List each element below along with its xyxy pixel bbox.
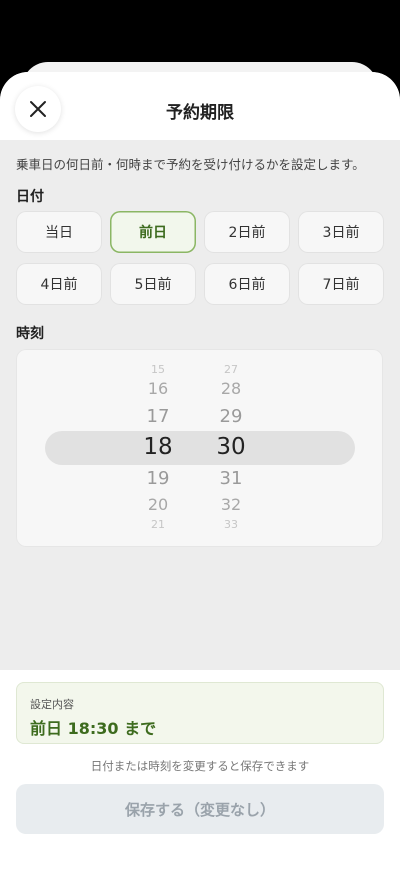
save-button[interactable]: 保存する（変更なし） (16, 784, 384, 834)
minute-option[interactable]: 33 (201, 519, 261, 530)
description-text: 乗車日の何日前・何時まで予約を受け付けるかを設定します。 (16, 157, 365, 172)
minute-option-selected[interactable]: 30 (201, 436, 261, 459)
hour-option[interactable]: 21 (128, 519, 188, 530)
date-section-label: 日付 (16, 189, 44, 205)
hour-option[interactable]: 17 (128, 408, 188, 426)
day-option-2-days-before[interactable]: 2日前 (204, 211, 290, 253)
minute-option[interactable]: 32 (201, 497, 261, 513)
save-hint-text: 日付または時刻を変更すると保存できます (90, 759, 310, 773)
time-picker: 15 16 17 18 19 20 21 27 28 29 30 31 32 3… (16, 349, 383, 547)
minute-option[interactable]: 28 (201, 381, 261, 397)
day-option-3-days-before[interactable]: 3日前 (298, 211, 384, 253)
reservation-deadline-sheet: 予約期限 乗車日の何日前・何時まで予約を受け付けるかを設定します。 日付 当日 … (0, 72, 400, 870)
day-option-5-days-before[interactable]: 5日前 (110, 263, 196, 305)
minute-option[interactable]: 29 (201, 408, 261, 426)
time-section-label: 時刻 (16, 326, 44, 342)
hour-option[interactable]: 20 (128, 497, 188, 513)
picker-selection-highlight (45, 431, 355, 465)
summary-value: 前日 18:30 まで (30, 719, 157, 738)
hour-option-selected[interactable]: 18 (128, 436, 188, 459)
minute-option[interactable]: 31 (201, 470, 261, 488)
hour-option[interactable]: 15 (128, 364, 188, 375)
day-option-4-days-before[interactable]: 4日前 (16, 263, 102, 305)
bottom-panel: 設定内容 前日 18:30 まで 日付または時刻を変更すると保存できます 保存す… (0, 670, 400, 870)
sheet-header: 予約期限 (0, 72, 400, 140)
day-option-7-days-before[interactable]: 7日前 (298, 263, 384, 305)
hour-option[interactable]: 16 (128, 381, 188, 397)
page-title: 予約期限 (166, 103, 234, 123)
summary-label: 設定内容 (30, 698, 74, 711)
minute-option[interactable]: 27 (201, 364, 261, 375)
day-option-previous-day[interactable]: 前日 (110, 211, 196, 253)
settings-summary: 設定内容 前日 18:30 まで (16, 682, 384, 744)
hour-option[interactable]: 19 (128, 470, 188, 488)
day-option-6-days-before[interactable]: 6日前 (204, 263, 290, 305)
day-option-same-day[interactable]: 当日 (16, 211, 102, 253)
